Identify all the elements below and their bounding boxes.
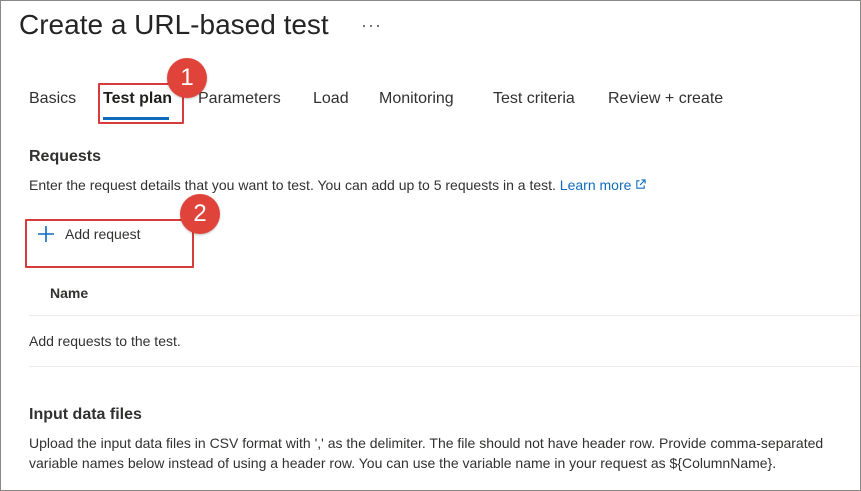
tab-parameters[interactable]: Parameters bbox=[198, 90, 281, 108]
callout-badge-2: 2 bbox=[180, 194, 220, 234]
callout-box-2 bbox=[25, 219, 194, 268]
input-data-files-title: Input data files bbox=[29, 406, 142, 423]
tab-review-create[interactable]: Review + create bbox=[608, 90, 723, 108]
input-data-files-description: Upload the input data files in CSV forma… bbox=[29, 435, 824, 471]
page-title: Create a URL-based test bbox=[19, 9, 329, 40]
requests-title: Requests bbox=[29, 148, 102, 165]
requests-description-text: Enter the request details that you want … bbox=[29, 177, 556, 193]
page-frame: Create a URL-based test ··· Basics Test … bbox=[0, 0, 861, 491]
callout-badge-1: 1 bbox=[167, 58, 207, 98]
table-empty-message: Add requests to the test. bbox=[29, 333, 181, 349]
tab-load[interactable]: Load bbox=[313, 90, 349, 108]
external-link-icon bbox=[636, 179, 646, 189]
tab-monitoring[interactable]: Monitoring bbox=[379, 90, 454, 108]
tab-basics[interactable]: Basics bbox=[29, 90, 76, 108]
more-options-icon[interactable]: ··· bbox=[361, 15, 382, 36]
tab-test-criteria[interactable]: Test criteria bbox=[493, 90, 575, 108]
requests-description: Enter the request details that you want … bbox=[29, 175, 646, 195]
table-header-divider bbox=[29, 315, 860, 316]
table-bottom-divider bbox=[29, 366, 860, 367]
learn-more-link[interactable]: Learn more bbox=[560, 177, 646, 193]
column-header-name[interactable]: Name bbox=[50, 285, 88, 301]
learn-more-label: Learn more bbox=[559, 177, 632, 193]
